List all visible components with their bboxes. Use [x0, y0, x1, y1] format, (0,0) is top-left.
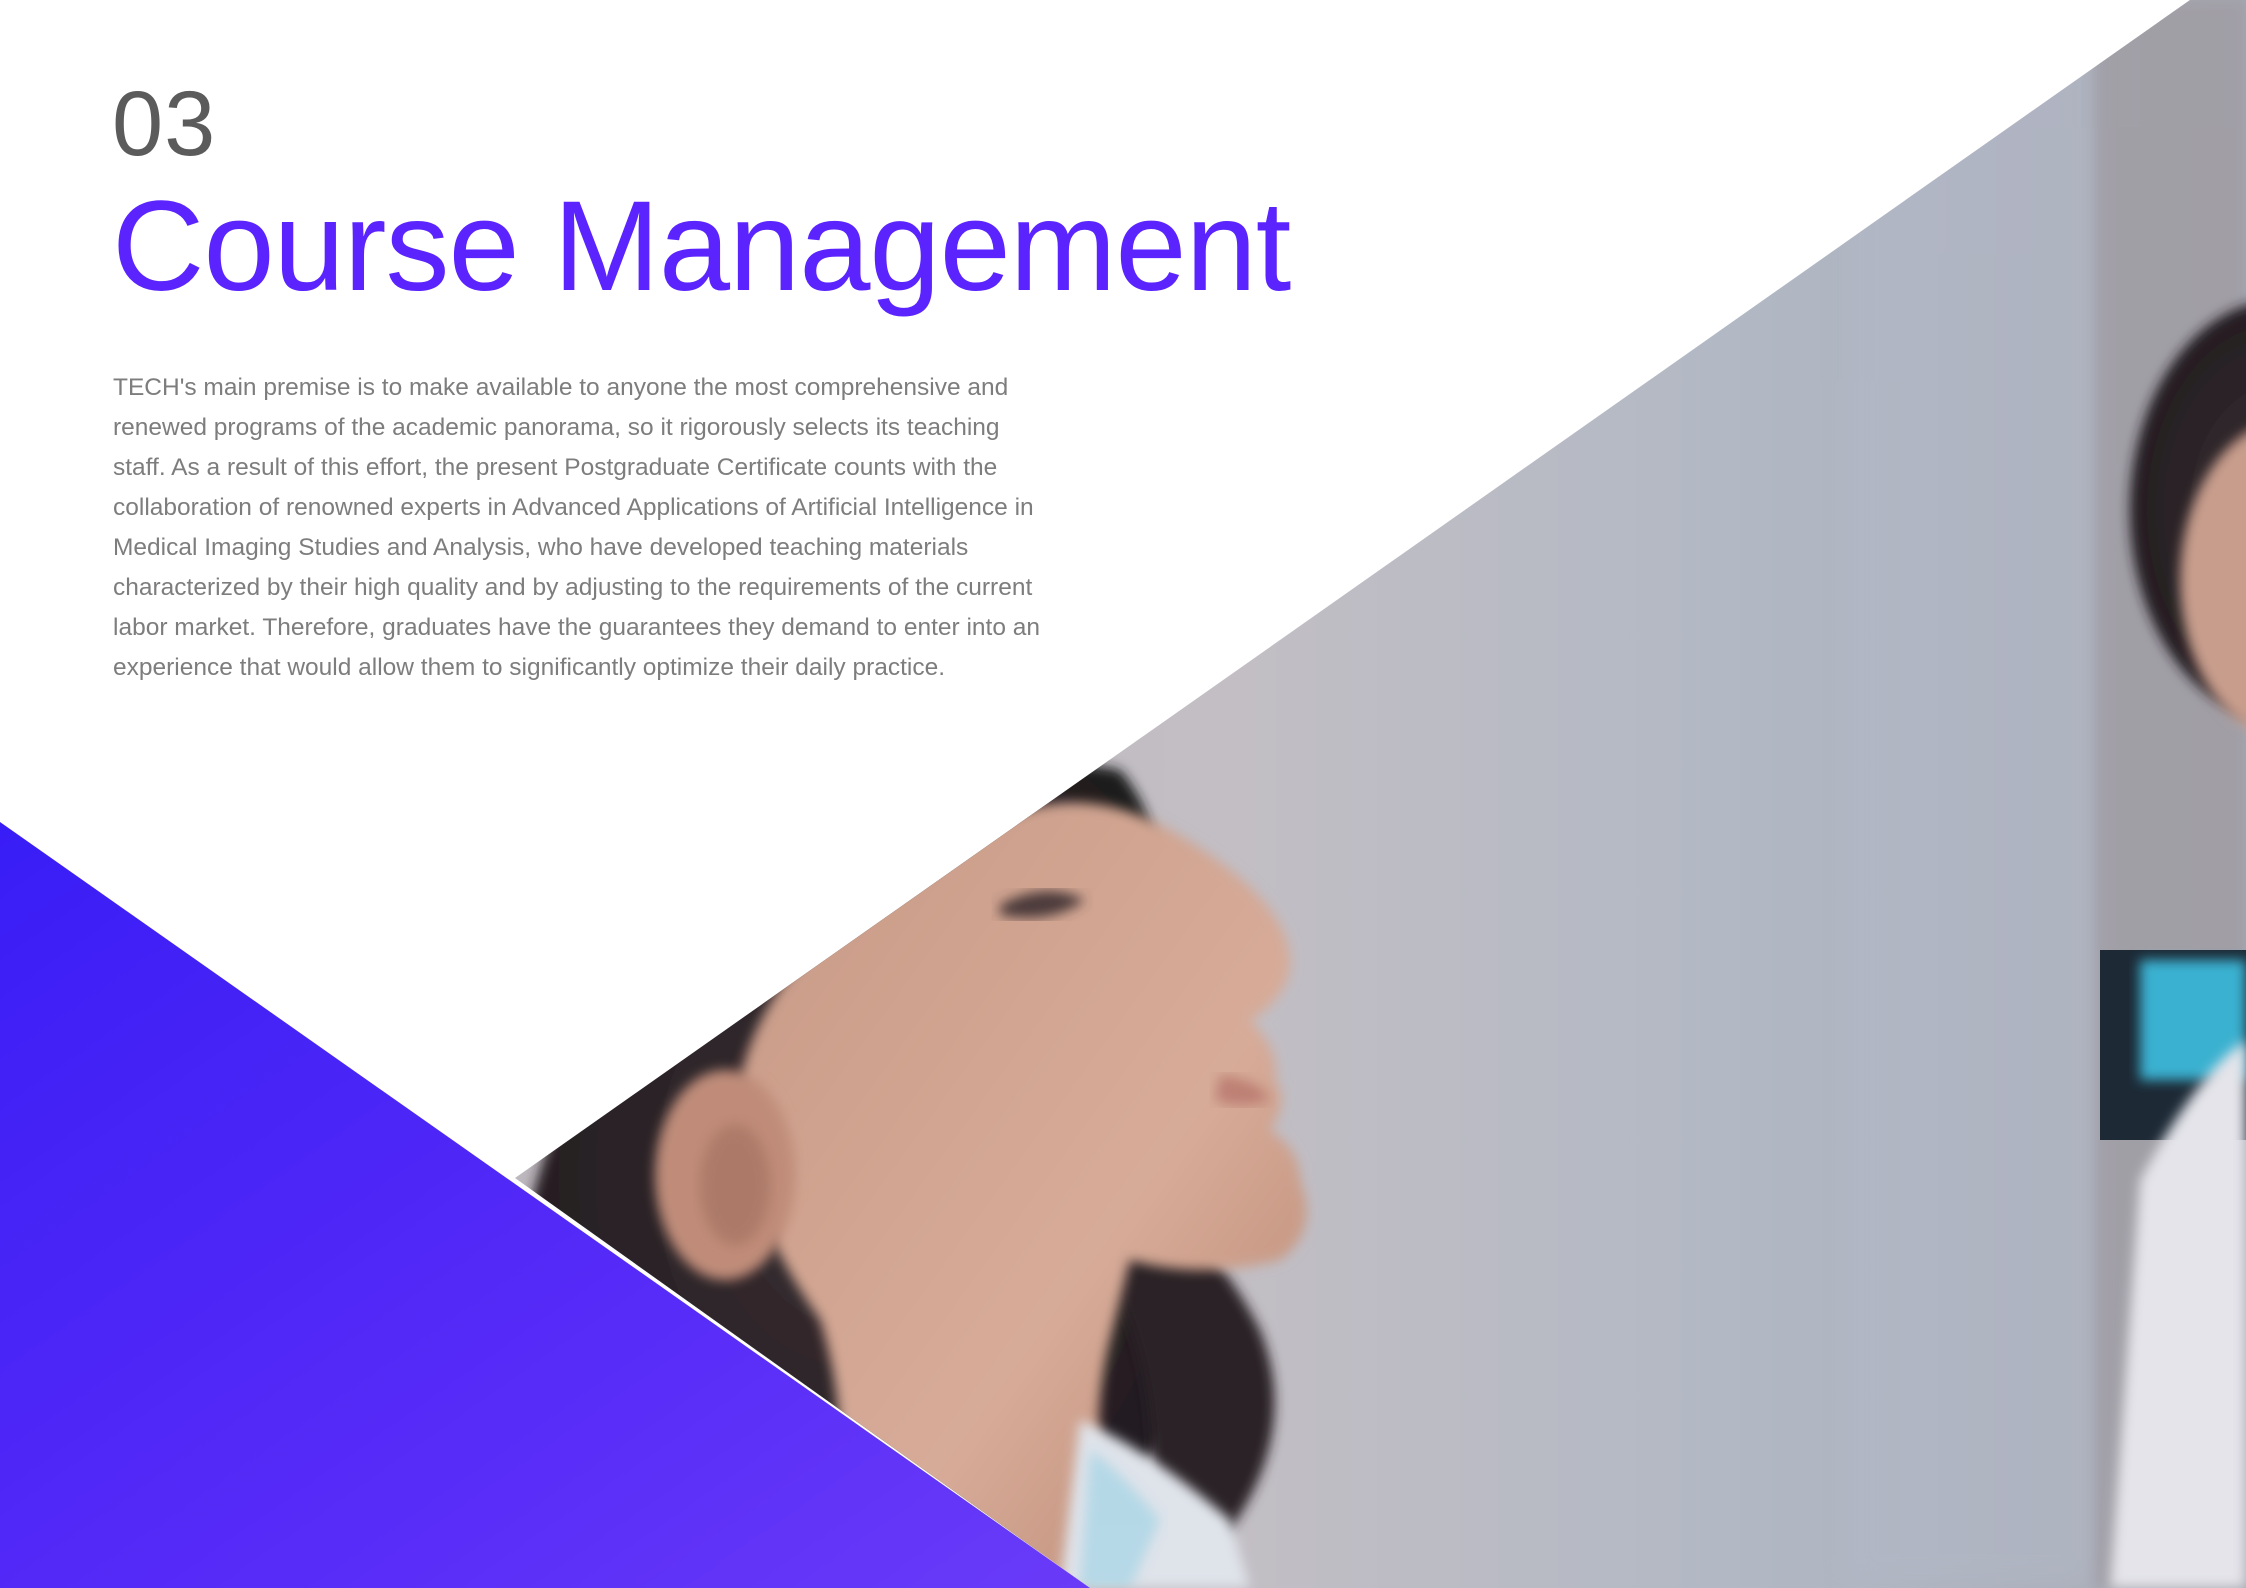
section-number: 03	[112, 73, 217, 175]
body-paragraph: TECH's main premise is to make available…	[113, 374, 1041, 681]
brochure-page: 03 Course Management TECH's main premise…	[0, 0, 2246, 1588]
page-title: Course Management	[112, 175, 1291, 318]
